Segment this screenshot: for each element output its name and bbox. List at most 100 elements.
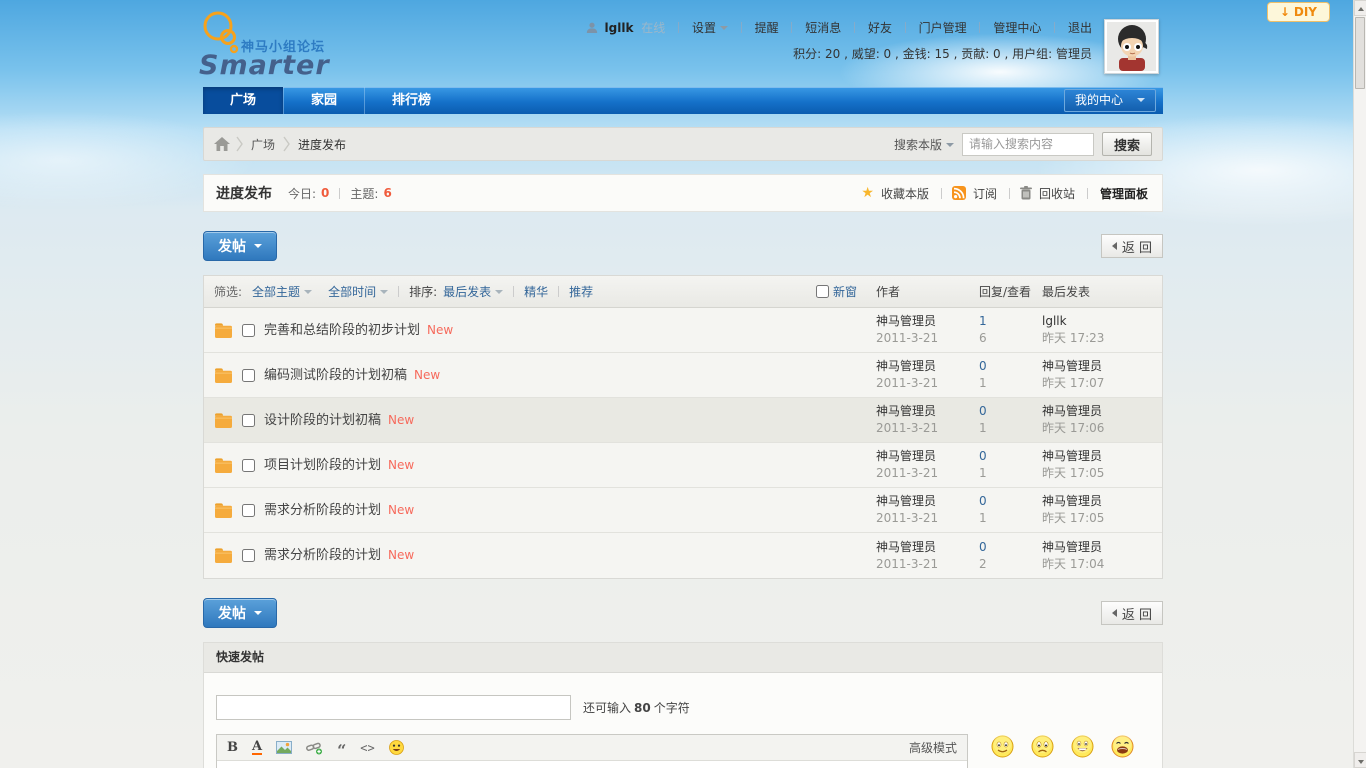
menu-portal-admin[interactable]: 门户管理 — [919, 21, 967, 35]
subscribe-link[interactable]: 订阅 — [973, 185, 997, 202]
breadcrumb-square[interactable]: 广场 — [251, 136, 275, 153]
thread-author-cell: 神马管理员2011-3-21 — [876, 539, 979, 573]
admin-panel-link[interactable]: 管理面板 — [1100, 185, 1148, 202]
page-scrollbar[interactable] — [1353, 0, 1366, 768]
font-color-icon[interactable]: A — [252, 741, 262, 755]
menu-logout[interactable]: 退出 — [1068, 21, 1092, 35]
divider — [741, 22, 742, 33]
smiley-icon[interactable] — [389, 740, 404, 755]
digest-link[interactable]: 精华 — [524, 283, 548, 300]
reply-count[interactable]: 0 — [979, 358, 1042, 375]
subject-row: 还可输入80个字符 — [216, 695, 1162, 720]
lastpost-user-link[interactable]: lgllk — [1042, 313, 1162, 330]
back-button[interactable]: 返 回 — [1101, 601, 1163, 625]
topics-value: 6 — [383, 186, 391, 200]
search-button[interactable]: 搜索 — [1102, 132, 1152, 156]
back-button[interactable]: 返 回 — [1101, 234, 1163, 258]
sort-label: 排序: — [409, 283, 437, 300]
chevron-down-icon — [254, 244, 262, 248]
recycle-bin-link[interactable]: 回收站 — [1039, 185, 1075, 202]
thread-author-link[interactable]: 神马管理员 — [876, 448, 979, 465]
thread-title-link[interactable]: 完善和总结阶段的初步计划 — [264, 323, 420, 338]
menu-admin-center[interactable]: 管理中心 — [993, 21, 1041, 35]
new-window-checkbox[interactable] — [816, 285, 829, 298]
thread-author-cell: 神马管理员2011-3-21 — [876, 403, 979, 437]
reply-count[interactable]: 0 — [979, 539, 1042, 556]
thread-author-cell: 神马管理员2011-3-21 — [876, 358, 979, 392]
thread-checkbox[interactable] — [242, 414, 255, 427]
thread-checkbox[interactable] — [242, 459, 255, 472]
thread-checkbox[interactable] — [242, 549, 255, 562]
table-row: 完善和总结阶段的初步计划New 神马管理员2011-3-21 16 lgllk昨… — [204, 308, 1162, 353]
new-post-button[interactable]: 发帖 — [203, 231, 277, 261]
thread-checkbox[interactable] — [242, 504, 255, 517]
thread-checkbox[interactable] — [242, 369, 255, 382]
nav-item-home[interactable]: 家园 — [283, 87, 364, 114]
code-icon[interactable]: <> — [360, 741, 374, 755]
thread-title-link[interactable]: 需求分析阶段的计划 — [264, 548, 381, 563]
reply-count[interactable]: 0 — [979, 493, 1042, 510]
recommend-link[interactable]: 推荐 — [569, 283, 593, 300]
lastpost-user-link[interactable]: 神马管理员 — [1042, 403, 1162, 420]
home-icon[interactable] — [214, 137, 230, 151]
reply-count[interactable]: 0 — [979, 448, 1042, 465]
new-post-button[interactable]: 发帖 — [203, 598, 277, 628]
thread-author-link[interactable]: 神马管理员 — [876, 493, 979, 510]
smiley-smile-icon[interactable] — [991, 735, 1014, 761]
thread-title-link[interactable]: 需求分析阶段的计划 — [264, 503, 381, 518]
folder-icon — [214, 547, 233, 564]
menu-settings[interactable]: 设置 — [692, 21, 716, 35]
thread-author-link[interactable]: 神马管理员 — [876, 358, 979, 375]
search-scope-dropdown[interactable]: 搜索本版 — [894, 136, 954, 153]
site-logo[interactable]: 神马小组论坛 Smarter — [197, 6, 397, 86]
my-center-dropdown[interactable]: 我的中心 — [1064, 89, 1156, 112]
table-row-highlighted: 设计阶段的计划初稿New 神马管理员2011-3-21 01 神马管理员昨天 1… — [204, 398, 1162, 443]
thread-author-link[interactable]: 神马管理员 — [876, 313, 979, 330]
favorite-forum-link[interactable]: 收藏本版 — [881, 185, 929, 202]
smiley-grin-icon[interactable] — [1071, 735, 1094, 761]
thread-date: 2011-3-21 — [876, 510, 979, 527]
menu-friends[interactable]: 好友 — [868, 21, 892, 35]
search-input[interactable] — [962, 133, 1094, 156]
quick-post-panel: 快速发帖 还可输入80个字符 B A “ — [203, 642, 1163, 768]
filter-all-topics-dropdown[interactable]: 全部主题 — [252, 283, 312, 300]
lastpost-time: 昨天 17:04 — [1042, 556, 1162, 573]
avatar[interactable] — [1104, 19, 1159, 74]
menu-messages[interactable]: 短消息 — [805, 21, 841, 35]
advanced-mode-link[interactable]: 高级模式 — [909, 739, 957, 756]
lastpost-user-link[interactable]: 神马管理员 — [1042, 448, 1162, 465]
thread-title-link[interactable]: 项目计划阶段的计划 — [264, 458, 381, 473]
divider — [791, 22, 792, 33]
lastpost-user-link[interactable]: 神马管理员 — [1042, 493, 1162, 510]
nav-item-square[interactable]: 广场 — [203, 87, 283, 114]
quote-icon[interactable]: “ — [337, 746, 346, 756]
nav-item-ranking[interactable]: 排行榜 — [364, 87, 458, 114]
thread-title-link[interactable]: 编码测试阶段的计划初稿 — [264, 368, 407, 383]
reply-count[interactable]: 1 — [979, 313, 1042, 330]
insert-image-icon[interactable] — [276, 741, 292, 754]
bold-icon[interactable]: B — [227, 740, 238, 755]
new-window-label[interactable]: 新窗 — [833, 283, 857, 300]
insert-link-icon[interactable] — [306, 741, 323, 755]
subject-input[interactable] — [216, 695, 571, 720]
thread-author-link[interactable]: 神马管理员 — [876, 539, 979, 556]
message-textarea[interactable] — [217, 761, 967, 768]
thread-author-link[interactable]: 神马管理员 — [876, 403, 979, 420]
thread-author-cell: 神马管理员2011-3-21 — [876, 493, 979, 527]
diy-button[interactable]: ↓DIY — [1267, 2, 1330, 22]
smiley-cry-icon[interactable] — [1111, 735, 1134, 761]
reply-count[interactable]: 0 — [979, 403, 1042, 420]
scrollbar-thumb[interactable] — [1355, 17, 1365, 89]
username[interactable]: lgllk — [605, 21, 634, 35]
scroll-up-button[interactable] — [1354, 0, 1366, 16]
lastpost-user-link[interactable]: 神马管理员 — [1042, 539, 1162, 556]
thread-title-link[interactable]: 设计阶段的计划初稿 — [264, 413, 381, 428]
menu-notifications[interactable]: 提醒 — [755, 21, 779, 35]
chars-remaining-count: 80 — [634, 701, 651, 715]
lastpost-user-link[interactable]: 神马管理员 — [1042, 358, 1162, 375]
thread-checkbox[interactable] — [242, 324, 255, 337]
scroll-down-button[interactable] — [1354, 752, 1366, 768]
filter-all-time-dropdown[interactable]: 全部时间 — [328, 283, 388, 300]
smiley-frown-icon[interactable] — [1031, 735, 1054, 761]
sort-lastpost-dropdown[interactable]: 最后发表 — [443, 283, 503, 300]
